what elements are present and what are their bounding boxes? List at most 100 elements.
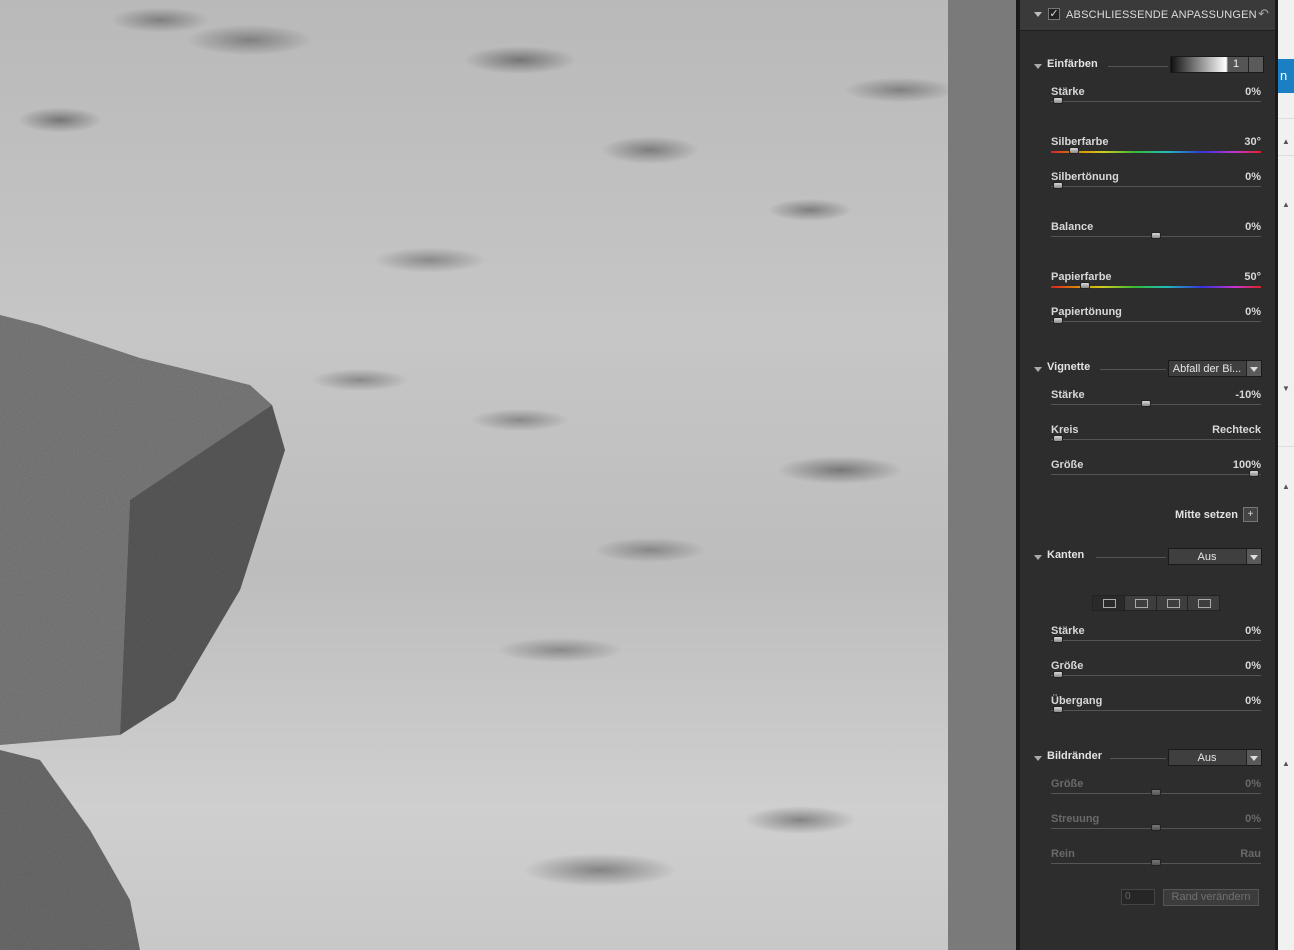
right-window-strip: n ▲ ▲ ▼ ▲ ▲ <box>1278 0 1294 950</box>
frame-icon <box>1134 599 1148 608</box>
slider-row: Streuung 0% <box>1051 813 1261 837</box>
expand-triangle-icon[interactable] <box>1034 367 1042 372</box>
panel-title: ABSCHLIESSENDE ANPASSUNGEN <box>1066 9 1257 21</box>
slider-label: Größe <box>1051 778 1084 790</box>
slider-row: Stärke 0% <box>1051 86 1261 110</box>
frame-icon <box>1166 599 1180 608</box>
expand-triangle-icon[interactable] <box>1034 555 1042 560</box>
slider-value: 0% <box>1245 86 1261 98</box>
chevron-down-icon[interactable] <box>1246 361 1261 376</box>
slider-row: Größe 0% <box>1051 660 1261 684</box>
adjustments-panel: ✓ ABSCHLIESSENDE ANPASSUNGEN ↶ Einfärben… <box>1016 0 1278 950</box>
section-label: Bildränder <box>1047 750 1103 762</box>
set-center-label: Mitte setzen <box>1175 509 1238 521</box>
slider-handle[interactable] <box>1141 400 1151 407</box>
edges-value: Aus <box>1197 551 1217 563</box>
undo-icon[interactable]: ↶ <box>1258 6 1269 22</box>
slider-handle[interactable] <box>1151 859 1161 866</box>
slider-row: Rein Rau <box>1051 848 1261 872</box>
slider-track[interactable] <box>1051 321 1261 322</box>
slider-value: 0% <box>1245 221 1261 233</box>
slider-label: Rein <box>1051 848 1075 860</box>
edge-type-3-button[interactable] <box>1157 596 1189 610</box>
slider-track[interactable] <box>1051 439 1261 440</box>
side-tab[interactable]: n <box>1278 59 1294 93</box>
scroll-up-icon[interactable]: ▲ <box>1282 482 1290 491</box>
chevron-down-icon[interactable] <box>1246 750 1261 765</box>
slider-row: Stärke 0% <box>1051 625 1261 649</box>
slider-label: Streuung <box>1051 813 1100 825</box>
slider-handle[interactable] <box>1249 470 1259 477</box>
edge-type-2-button[interactable] <box>1125 596 1157 610</box>
slider-label: Größe <box>1051 459 1084 471</box>
slider-track[interactable] <box>1051 151 1261 153</box>
slider-value: 0% <box>1245 660 1261 672</box>
collapse-triangle-icon[interactable] <box>1034 12 1042 17</box>
expand-triangle-icon[interactable] <box>1034 64 1042 69</box>
section-label: Einfärben <box>1047 58 1098 70</box>
edge-type-4-button[interactable] <box>1188 596 1219 610</box>
section-vignette: Vignette Abfall der Bi... <box>1020 359 1275 379</box>
frame-icon <box>1198 599 1212 608</box>
photo-canvas[interactable] <box>0 0 948 950</box>
slider-row: Papiertönung 0% <box>1051 306 1261 330</box>
slider-row: Papierfarbe 50° <box>1051 271 1261 295</box>
scroll-up-icon[interactable]: ▲ <box>1282 759 1290 768</box>
panel-header: ✓ ABSCHLIESSENDE ANPASSUNGEN ↶ <box>1020 0 1275 31</box>
slider-track[interactable] <box>1051 186 1261 187</box>
expand-triangle-icon[interactable] <box>1034 756 1042 761</box>
scroll-down-icon[interactable]: ▼ <box>1282 384 1290 393</box>
slider-label: Stärke <box>1051 389 1085 401</box>
slider-row: Kreis Rechteck <box>1051 424 1261 448</box>
slider-value: -10% <box>1235 389 1261 401</box>
slider-row: Silberfarbe 30° <box>1051 136 1261 160</box>
set-center-button[interactable]: Mitte setzen + <box>1168 507 1258 525</box>
change-border-button[interactable]: Rand verändern <box>1163 889 1259 906</box>
slider-value: Rau <box>1240 848 1261 860</box>
slider-value: 0% <box>1245 171 1261 183</box>
slider-row: Größe 100% <box>1051 459 1261 483</box>
slider-value: Rechteck <box>1212 424 1261 436</box>
slider-handle[interactable] <box>1053 317 1063 324</box>
enable-checkbox[interactable]: ✓ <box>1048 8 1060 20</box>
edge-type-1-button[interactable] <box>1093 596 1125 610</box>
slider-handle[interactable] <box>1151 232 1161 239</box>
slider-label: Silberfarbe <box>1051 136 1109 148</box>
toning-preset-select[interactable]: 1 <box>1170 56 1264 73</box>
slider-track[interactable] <box>1051 710 1261 711</box>
chevron-down-icon[interactable] <box>1248 57 1263 72</box>
scroll-up-icon[interactable]: ▲ <box>1282 137 1290 146</box>
slider-handle[interactable] <box>1053 706 1063 713</box>
crosshair-icon[interactable]: + <box>1243 507 1258 522</box>
chevron-down-icon[interactable] <box>1246 549 1261 564</box>
slider-track[interactable] <box>1051 404 1261 405</box>
slider-handle[interactable] <box>1080 282 1090 289</box>
border-seed-input[interactable]: 0 <box>1121 889 1155 905</box>
slider-handle[interactable] <box>1151 824 1161 831</box>
section-einfaerben: Einfärben 1 <box>1020 56 1275 76</box>
section-label: Vignette <box>1047 361 1091 373</box>
slider-handle[interactable] <box>1053 182 1063 189</box>
borders-select[interactable]: Aus <box>1168 749 1262 766</box>
slider-value: 0% <box>1245 625 1261 637</box>
slider-handle[interactable] <box>1053 435 1063 442</box>
edges-select[interactable]: Aus <box>1168 548 1262 565</box>
scroll-up-icon[interactable]: ▲ <box>1282 200 1290 209</box>
slider-handle[interactable] <box>1069 147 1079 154</box>
section-kanten: Kanten Aus <box>1020 547 1275 567</box>
slider-handle[interactable] <box>1151 789 1161 796</box>
slider-value: 50° <box>1244 271 1261 283</box>
slider-row: Balance 0% <box>1051 221 1261 245</box>
slider-track[interactable] <box>1051 474 1261 475</box>
vignette-type-select[interactable]: Abfall der Bi... <box>1168 360 1262 377</box>
slider-track[interactable] <box>1051 675 1261 676</box>
slider-handle[interactable] <box>1053 671 1063 678</box>
canvas-background <box>948 0 1016 950</box>
slider-track[interactable] <box>1051 101 1261 102</box>
slider-row: Silbertönung 0% <box>1051 171 1261 195</box>
slider-track[interactable] <box>1051 640 1261 641</box>
slider-value: 0% <box>1245 813 1261 825</box>
slider-handle[interactable] <box>1053 636 1063 643</box>
slider-handle[interactable] <box>1053 97 1063 104</box>
preset-value: 1 <box>1233 58 1240 70</box>
